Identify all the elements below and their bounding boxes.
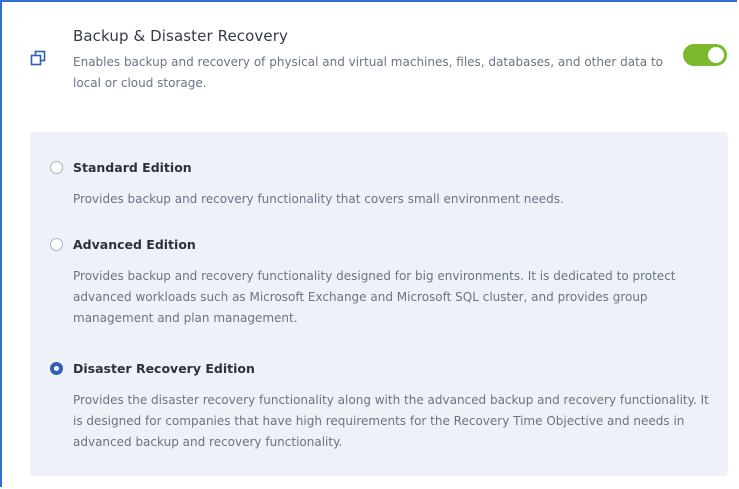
edition-radio-row-standard[interactable]: Standard Edition bbox=[50, 157, 710, 177]
copy-icon bbox=[30, 50, 46, 66]
edition-description: Provides the disaster recovery functiona… bbox=[73, 393, 709, 449]
edition-radio-row-disaster-recovery[interactable]: Disaster Recovery Edition bbox=[50, 358, 710, 378]
radio-button-disaster-recovery[interactable] bbox=[50, 361, 63, 375]
edition-label: Advanced Edition bbox=[73, 236, 196, 252]
edition-description: Provides backup and recovery functionali… bbox=[73, 192, 564, 206]
edition-label: Disaster Recovery Edition bbox=[73, 360, 255, 376]
edition-option-disaster-recovery: Disaster Recovery Edition Provides the d… bbox=[50, 358, 710, 453]
editions-panel: Standard Edition Provides backup and rec… bbox=[30, 132, 728, 476]
edition-option-advanced: Advanced Edition Provides backup and rec… bbox=[50, 234, 710, 329]
edition-label: Standard Edition bbox=[73, 159, 192, 175]
radio-button-standard[interactable] bbox=[50, 160, 63, 174]
radio-button-advanced[interactable] bbox=[50, 237, 63, 251]
toggle-knob bbox=[708, 47, 724, 63]
edition-option-standard: Standard Edition Provides backup and rec… bbox=[50, 157, 710, 210]
service-description: Enables backup and recovery of physical … bbox=[73, 55, 663, 90]
service-title: Backup & Disaster Recovery bbox=[73, 27, 288, 45]
edition-radio-row-advanced[interactable]: Advanced Edition bbox=[50, 234, 710, 254]
edition-description: Provides backup and recovery functionali… bbox=[73, 269, 676, 325]
service-enable-toggle[interactable] bbox=[683, 44, 727, 66]
